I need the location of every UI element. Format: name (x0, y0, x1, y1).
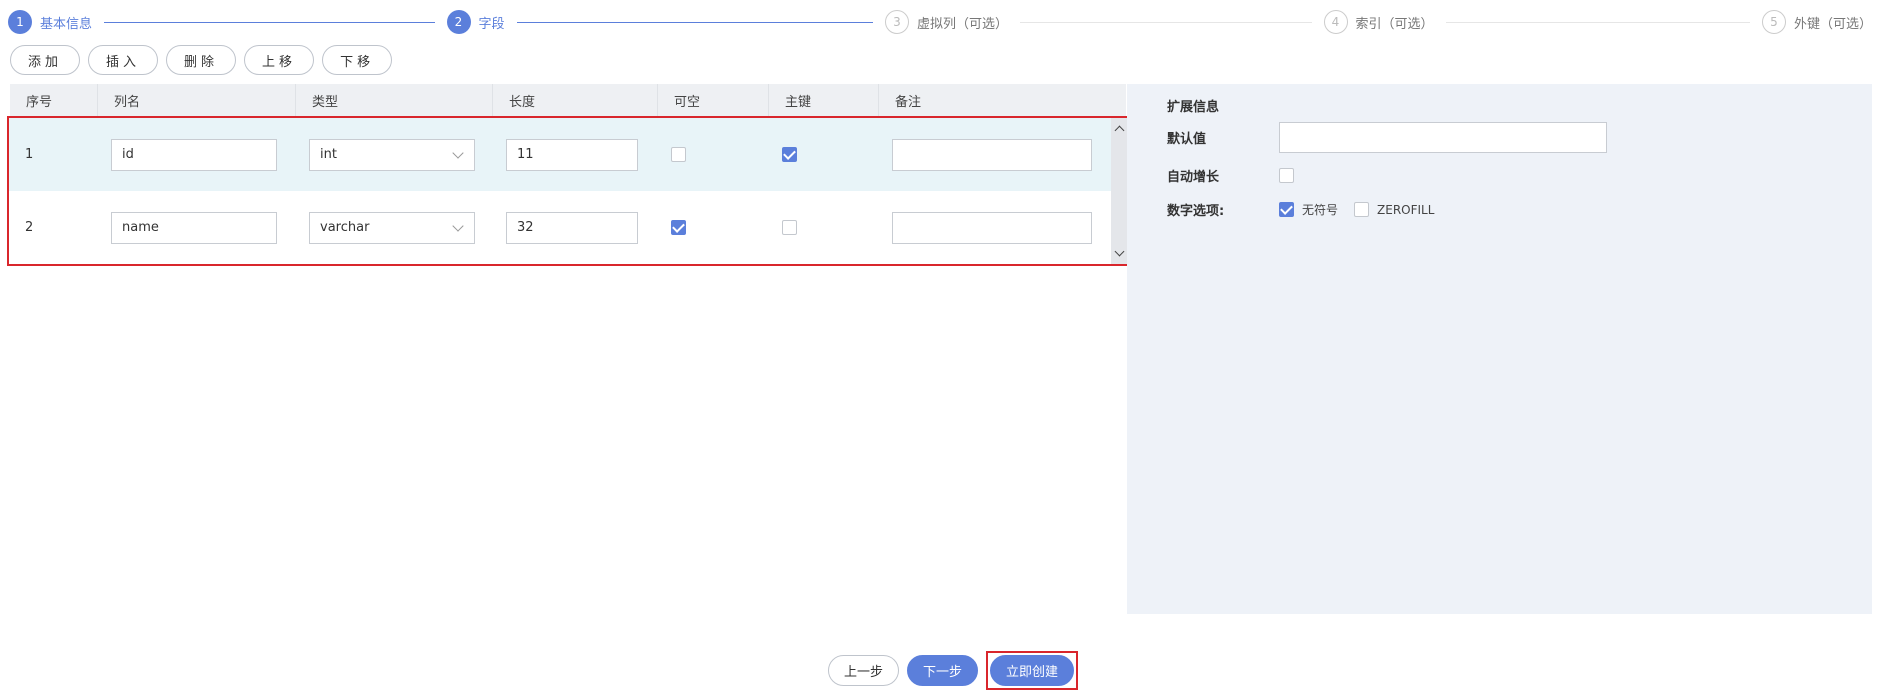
header-length: 长度 (493, 84, 658, 116)
header-comment: 备注 (895, 94, 922, 110)
step-label: 字段 (478, 16, 505, 32)
step-connector (104, 21, 435, 23)
create-highlight: 立即创建 (986, 651, 1079, 690)
default-value-input[interactable] (1279, 122, 1607, 153)
prev-step-button[interactable]: 上一步 (828, 655, 900, 686)
auto-increment-row: 自动增长 (1167, 166, 1294, 185)
step-fields[interactable]: 2 字段 (446, 10, 886, 34)
cell-name: name (95, 191, 293, 264)
step-number: 2 (446, 10, 471, 34)
row-seq: 1 (25, 147, 34, 162)
zerofill-checkbox[interactable] (1354, 202, 1370, 217)
create-now-button[interactable]: 立即创建 (990, 655, 1075, 686)
numeric-options-row: 数字选项: 无符号 ZEROFILL (1167, 200, 1450, 219)
step-label: 索引（可选） (1355, 16, 1434, 32)
unsigned-label: 无符号 (1302, 203, 1339, 217)
header-column-name: 列名 (98, 84, 296, 116)
fields-table: 序号 列名 类型 长度 可空 主键 备注 1 id int 11 2 name … (7, 84, 1131, 266)
cell-comment (876, 191, 1110, 264)
cell-name: id (95, 118, 293, 191)
extension-title: 扩展信息 (1167, 100, 1220, 115)
cell-type: int (293, 118, 490, 191)
nullable-checkbox[interactable] (671, 220, 686, 235)
step-foreign-keys[interactable]: 5 外键（可选） (1762, 10, 1872, 34)
auto-increment-checkbox[interactable] (1279, 168, 1294, 183)
length-input[interactable]: 11 (506, 138, 638, 171)
cell-length: 11 (490, 118, 655, 191)
length-input[interactable]: 32 (506, 211, 638, 244)
scroll-down-icon[interactable] (1114, 246, 1125, 257)
chevron-down-icon (452, 219, 464, 232)
cell-comment (876, 118, 1110, 191)
move-down-button[interactable]: 下移 (322, 45, 393, 75)
unsigned-checkbox[interactable] (1279, 202, 1294, 217)
step-number: 5 (1762, 10, 1786, 34)
cell-length: 32 (490, 191, 655, 264)
cell-type: varchar (293, 191, 490, 264)
type-select-value: int (320, 147, 337, 162)
cell-primary-key (766, 191, 876, 264)
step-indexes[interactable]: 4 索引（可选） (1323, 10, 1763, 34)
step-connector (1445, 21, 1750, 23)
type-select[interactable]: int (309, 138, 475, 171)
default-value-label: 默认值 (1167, 132, 1207, 147)
row-seq: 2 (25, 220, 34, 235)
comment-input[interactable] (892, 138, 1092, 171)
extension-panel: 扩展信息 默认值 自动增长 数字选项: 无符号 ZEROFILL (1127, 84, 1872, 614)
chevron-down-icon (452, 146, 464, 159)
comment-input[interactable] (892, 211, 1092, 244)
column-name-input[interactable]: id (111, 138, 277, 171)
step-number: 1 (8, 10, 32, 34)
add-button[interactable]: 添加 (10, 45, 81, 75)
step-indicator: 1 基本信息 2 字段 3 虚拟列（可选） 4 索引（可选） 5 外键（可选） (8, 10, 1872, 34)
header-nullable: 可空 (658, 84, 769, 116)
step-label: 虚拟列（可选） (917, 16, 1009, 32)
type-select[interactable]: varchar (309, 211, 475, 244)
scroll-up-icon[interactable] (1114, 125, 1125, 136)
numeric-options-label: 数字选项: (1167, 204, 1225, 219)
step-connector (1020, 21, 1312, 23)
column-name-input[interactable]: name (111, 211, 277, 244)
step-label: 基本信息 (40, 16, 93, 32)
primary-key-checkbox[interactable] (782, 220, 797, 235)
primary-key-checkbox[interactable] (782, 147, 797, 162)
header-seq: 序号 (10, 84, 98, 116)
insert-button[interactable]: 插入 (88, 45, 159, 75)
default-value-row: 默认值 (1167, 122, 1607, 153)
wizard-footer: 上一步 下一步 立即创建 (828, 651, 1079, 690)
step-virtual-columns[interactable]: 3 虚拟列（可选） (885, 10, 1324, 34)
cell-primary-key (766, 118, 876, 191)
header-type: 类型 (296, 84, 493, 116)
table-row[interactable]: 2 name varchar 32 (9, 191, 1111, 264)
auto-increment-label: 自动增长 (1167, 170, 1220, 185)
cell-nullable (655, 191, 766, 264)
nullable-checkbox[interactable] (671, 147, 686, 162)
type-select-value: varchar (320, 220, 370, 235)
zerofill-label: ZEROFILL (1377, 202, 1435, 217)
step-connector (516, 21, 873, 23)
step-number: 4 (1323, 10, 1348, 34)
field-toolbar: 添加 插入 删除 上移 下移 (10, 45, 393, 75)
delete-button[interactable]: 删除 (166, 45, 237, 75)
step-label: 外键（可选） (1794, 16, 1873, 32)
unsigned-option[interactable]: 无符号 (1279, 201, 1338, 218)
step-number: 3 (885, 10, 909, 34)
header-primary-key: 主键 (769, 84, 879, 116)
zerofill-option[interactable]: ZEROFILL (1354, 202, 1434, 217)
next-step-button[interactable]: 下一步 (907, 655, 979, 686)
table-body: 1 id int 11 2 name varchar 32 (7, 116, 1131, 266)
table-header: 序号 列名 类型 长度 可空 主键 备注 (10, 84, 1126, 116)
step-basic-info[interactable]: 1 基本信息 (8, 10, 447, 34)
move-up-button[interactable]: 上移 (244, 45, 315, 75)
cell-nullable (655, 118, 766, 191)
table-row[interactable]: 1 id int 11 (9, 118, 1111, 191)
